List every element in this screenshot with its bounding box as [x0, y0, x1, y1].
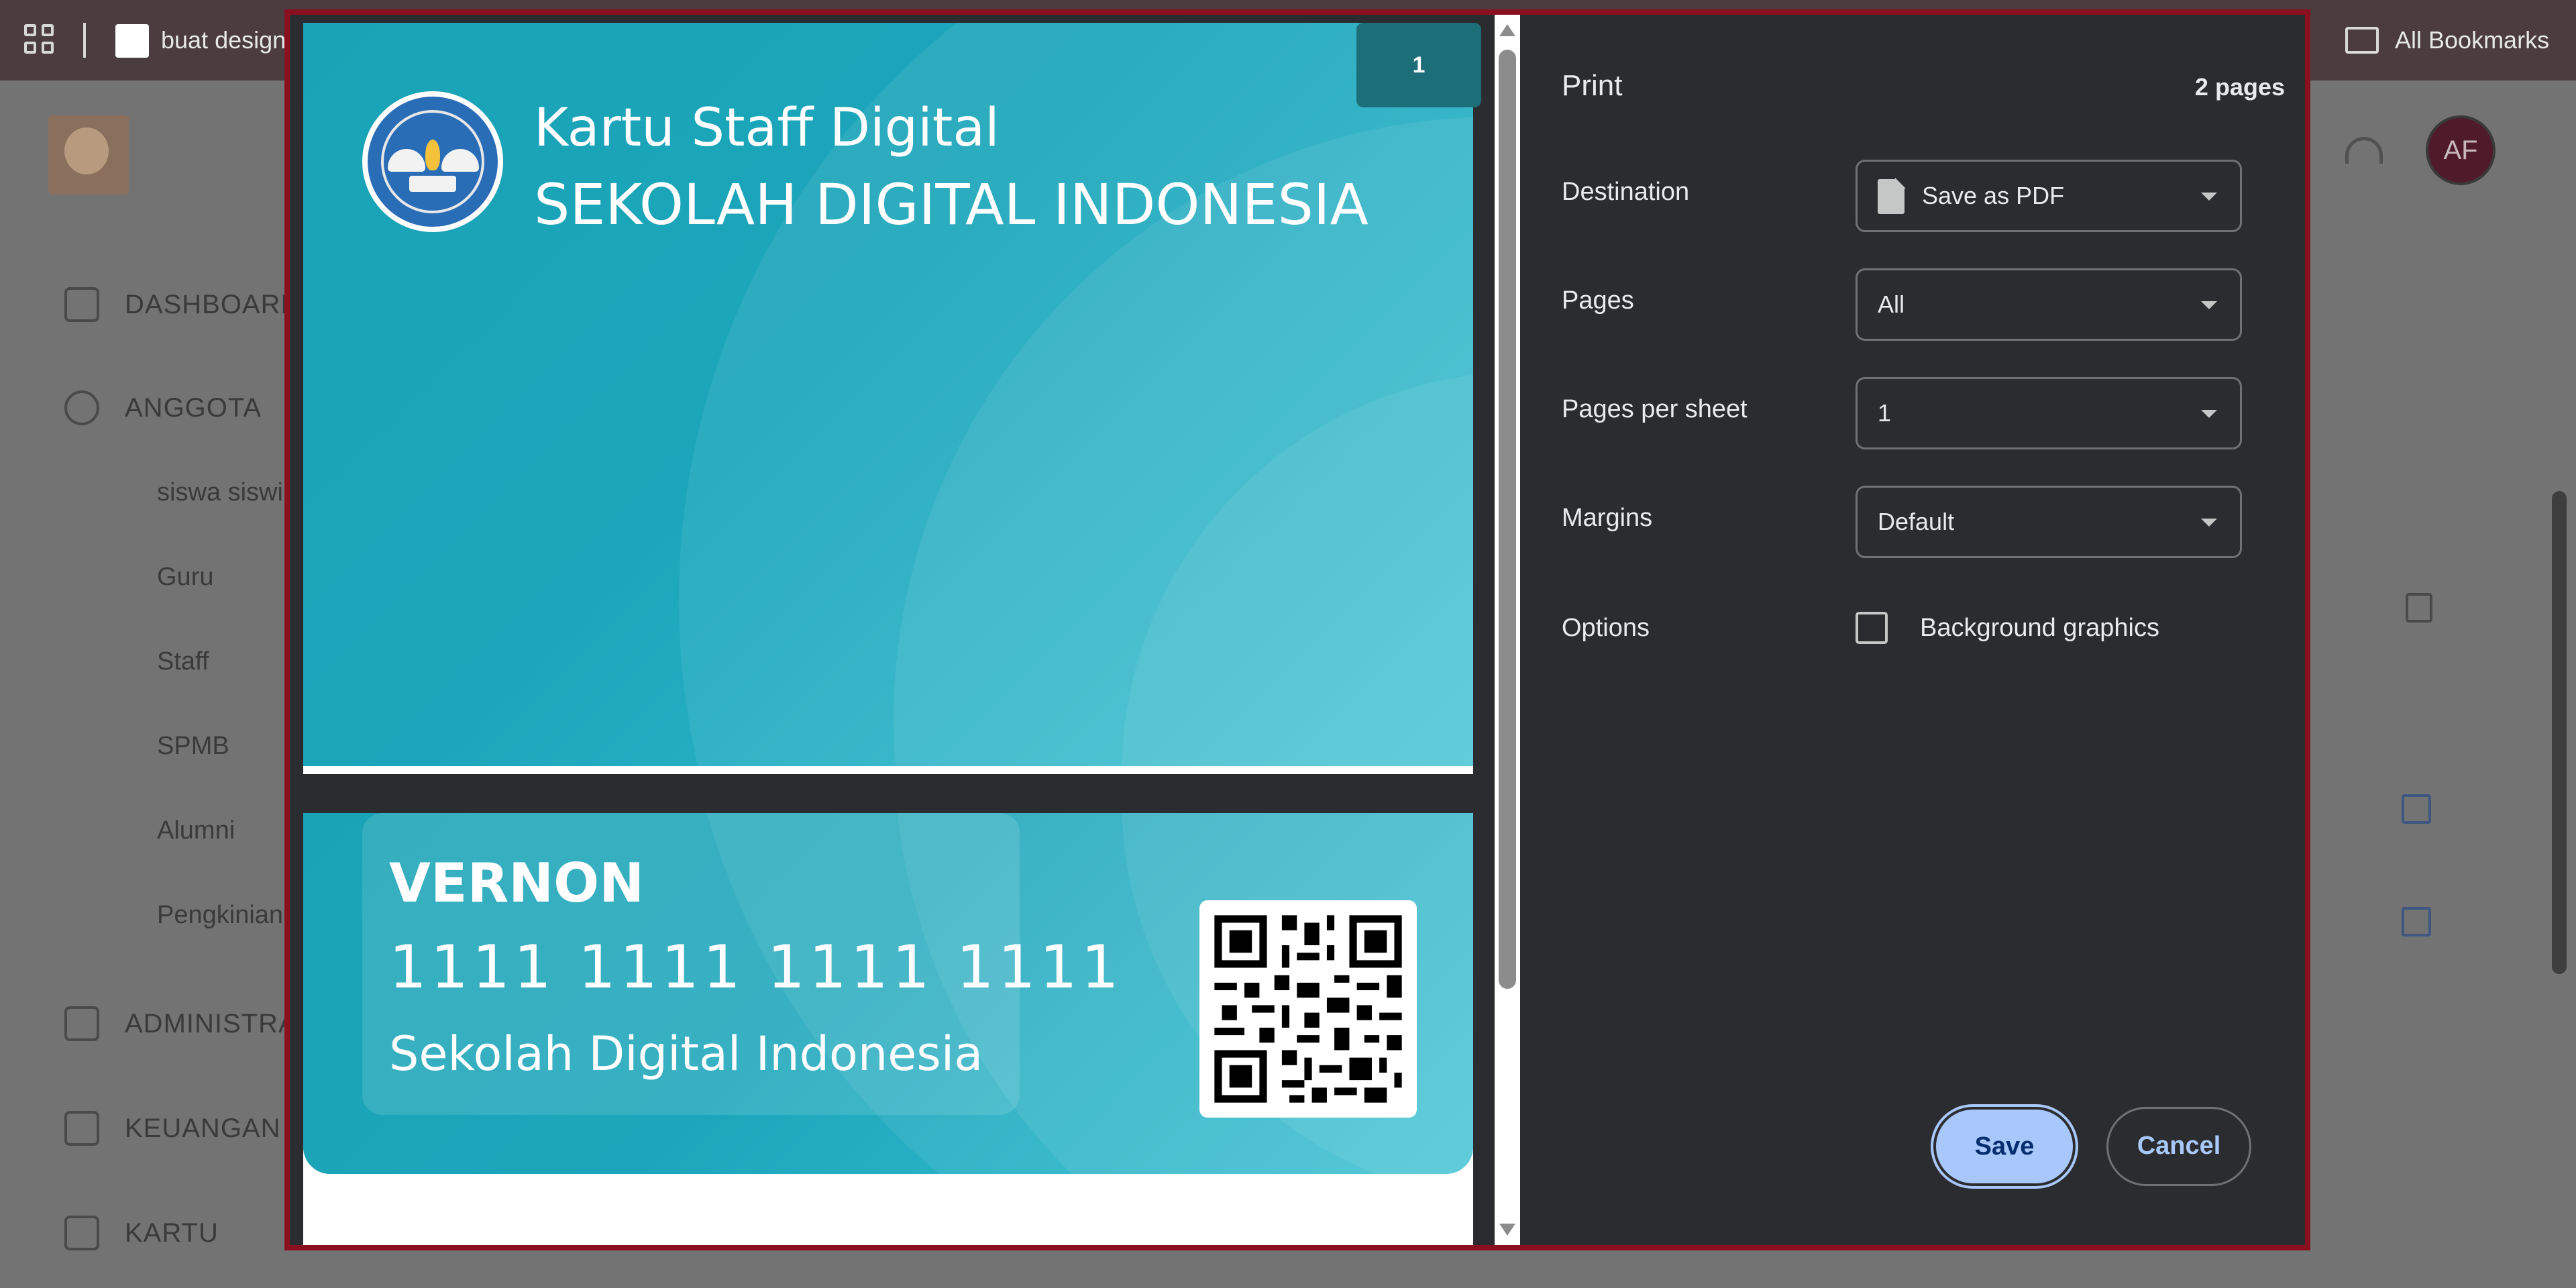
card-icon: [64, 1216, 99, 1250]
edit-icon[interactable]: [2402, 907, 2431, 936]
copy-icon[interactable]: [2406, 593, 2432, 623]
app-logo: [48, 115, 129, 195]
scroll-down-arrow-icon[interactable]: [1499, 1224, 1515, 1236]
support-headset-icon[interactable]: [2345, 137, 2383, 164]
sidebar-item-label: KARTU: [125, 1218, 219, 1248]
cancel-button[interactable]: Cancel: [2106, 1107, 2251, 1186]
qr-code: [1199, 900, 1417, 1118]
margins-value: Default: [1878, 508, 1955, 535]
pages-value: All: [1878, 290, 1905, 318]
card-number: 1111 1111 1111 1111: [389, 932, 1123, 1002]
chevron-down-icon: [2201, 410, 2217, 418]
wallet-icon: [64, 1111, 99, 1146]
destination-select[interactable]: Save as PDF: [1856, 160, 2242, 232]
apps-grid-icon[interactable]: [24, 24, 56, 56]
preview-page-2: VERNON 1111 1111 1111 1111 Sekolah Digit…: [303, 813, 1473, 1245]
dashboard-grid-icon: [64, 287, 99, 322]
page-number-badge: 1: [1356, 23, 1500, 107]
card-title: Kartu Staff Digital: [534, 98, 1000, 158]
user-avatar[interactable]: AF: [2426, 115, 2496, 185]
page-count: 2 pages: [2194, 73, 2285, 101]
bookmark-buat-design[interactable]: buat design: [161, 24, 286, 56]
sidebar-subitem-guru[interactable]: Guru: [157, 561, 213, 593]
background-graphics-checkbox[interactable]: [1856, 612, 1888, 644]
chevron-down-icon: [2201, 301, 2217, 309]
dialog-title: Print: [1562, 69, 1623, 102]
card-front: Kartu Staff Digital SEKOLAH DIGITAL INDO…: [303, 23, 1473, 766]
all-bookmarks-button[interactable]: All Bookmarks: [2395, 24, 2549, 56]
sidebar-item-label: ANGGOTA: [125, 393, 262, 423]
background-graphics-label[interactable]: Background graphics: [1920, 608, 2159, 648]
margins-label: Margins: [1562, 504, 1653, 532]
sidebar-item-label: KEUANGAN: [125, 1114, 281, 1143]
card-school-name: Sekolah Digital Indonesia: [389, 1026, 983, 1081]
users-icon: [64, 390, 99, 425]
scroll-up-arrow-icon[interactable]: [1499, 24, 1515, 36]
sidebar-subitem-siswa[interactable]: siswa siswi: [157, 476, 283, 508]
folder-icon: [2345, 27, 2379, 54]
print-dialog: Kartu Staff Digital SEKOLAH DIGITAL INDO…: [284, 9, 2310, 1250]
file-icon: [1878, 178, 1906, 214]
sidebar-item-label: DASHBOARD: [125, 290, 301, 319]
destination-value: Save as PDF: [1922, 182, 2065, 209]
preview-page-1: Kartu Staff Digital SEKOLAH DIGITAL INDO…: [303, 23, 1473, 774]
card-school-heading: SEKOLAH DIGITAL INDONESIA: [534, 172, 1369, 237]
edit-icon[interactable]: [2402, 794, 2431, 824]
sidebar-subitem-pengkinian[interactable]: Pengkinian: [157, 899, 283, 931]
margins-select[interactable]: Default: [1856, 486, 2242, 558]
page-favicon-icon: [115, 24, 149, 58]
pages-per-sheet-select[interactable]: 1: [1856, 377, 2242, 449]
sidebar-subitem-staff[interactable]: Staff: [157, 645, 209, 678]
sidebar-subitem-spmb[interactable]: SPMB: [157, 730, 229, 762]
pages-per-sheet-label: Pages per sheet: [1562, 395, 1748, 423]
options-label: Options: [1562, 614, 1650, 642]
chevron-down-icon: [2201, 193, 2217, 201]
card-back: VERNON 1111 1111 1111 1111 Sekolah Digit…: [303, 813, 1473, 1174]
pages-label: Pages: [1562, 286, 1634, 315]
sidebar-subitem-alumni[interactable]: Alumni: [157, 814, 235, 847]
tut-wuri-handayani-logo: [362, 91, 503, 232]
page-scrollbar[interactable]: [2552, 491, 2567, 974]
pages-per-sheet-value: 1: [1878, 399, 1892, 427]
folder-icon: [64, 1006, 99, 1041]
save-button[interactable]: Save: [1933, 1107, 2076, 1186]
pages-select[interactable]: All: [1856, 268, 2242, 341]
toolbar-divider: [83, 23, 86, 58]
print-preview: Kartu Staff Digital SEKOLAH DIGITAL INDO…: [290, 15, 1520, 1245]
print-settings-panel: Print 2 pages Destination Save as PDF Pa…: [1520, 15, 2305, 1245]
preview-scrollbar[interactable]: [1495, 15, 1520, 1245]
chevron-down-icon: [2201, 519, 2217, 527]
destination-label: Destination: [1562, 178, 1690, 206]
preview-scroll-thumb[interactable]: [1499, 50, 1516, 989]
card-holder-name: VERNON: [389, 852, 645, 914]
